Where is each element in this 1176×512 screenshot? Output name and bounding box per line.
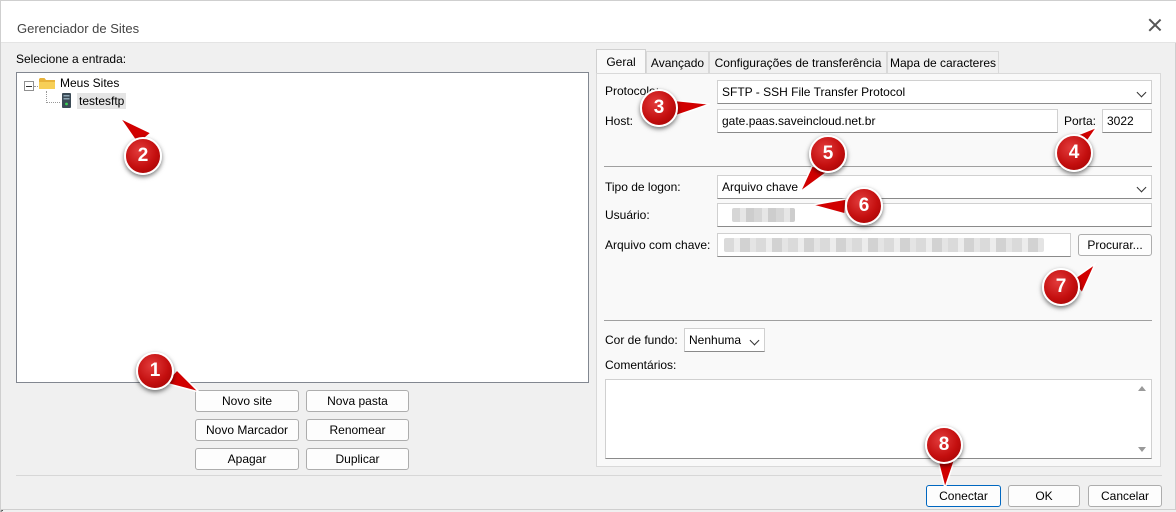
annotation-marker-7: 7 [1042, 268, 1080, 306]
annotation-marker-1: 1 [136, 352, 174, 390]
annotation-marker-4: 4 [1055, 134, 1093, 172]
annotation-marker-3: 3 [640, 89, 678, 127]
annotation-marker-6: 6 [845, 187, 883, 225]
annotation-arrows [117, 99, 1100, 491]
annotation-marker-5: 5 [809, 135, 847, 173]
annotation-marker-8: 8 [925, 426, 963, 464]
annotation-marker-2: 2 [124, 137, 162, 175]
annotation-arrow-6 [811, 198, 847, 215]
